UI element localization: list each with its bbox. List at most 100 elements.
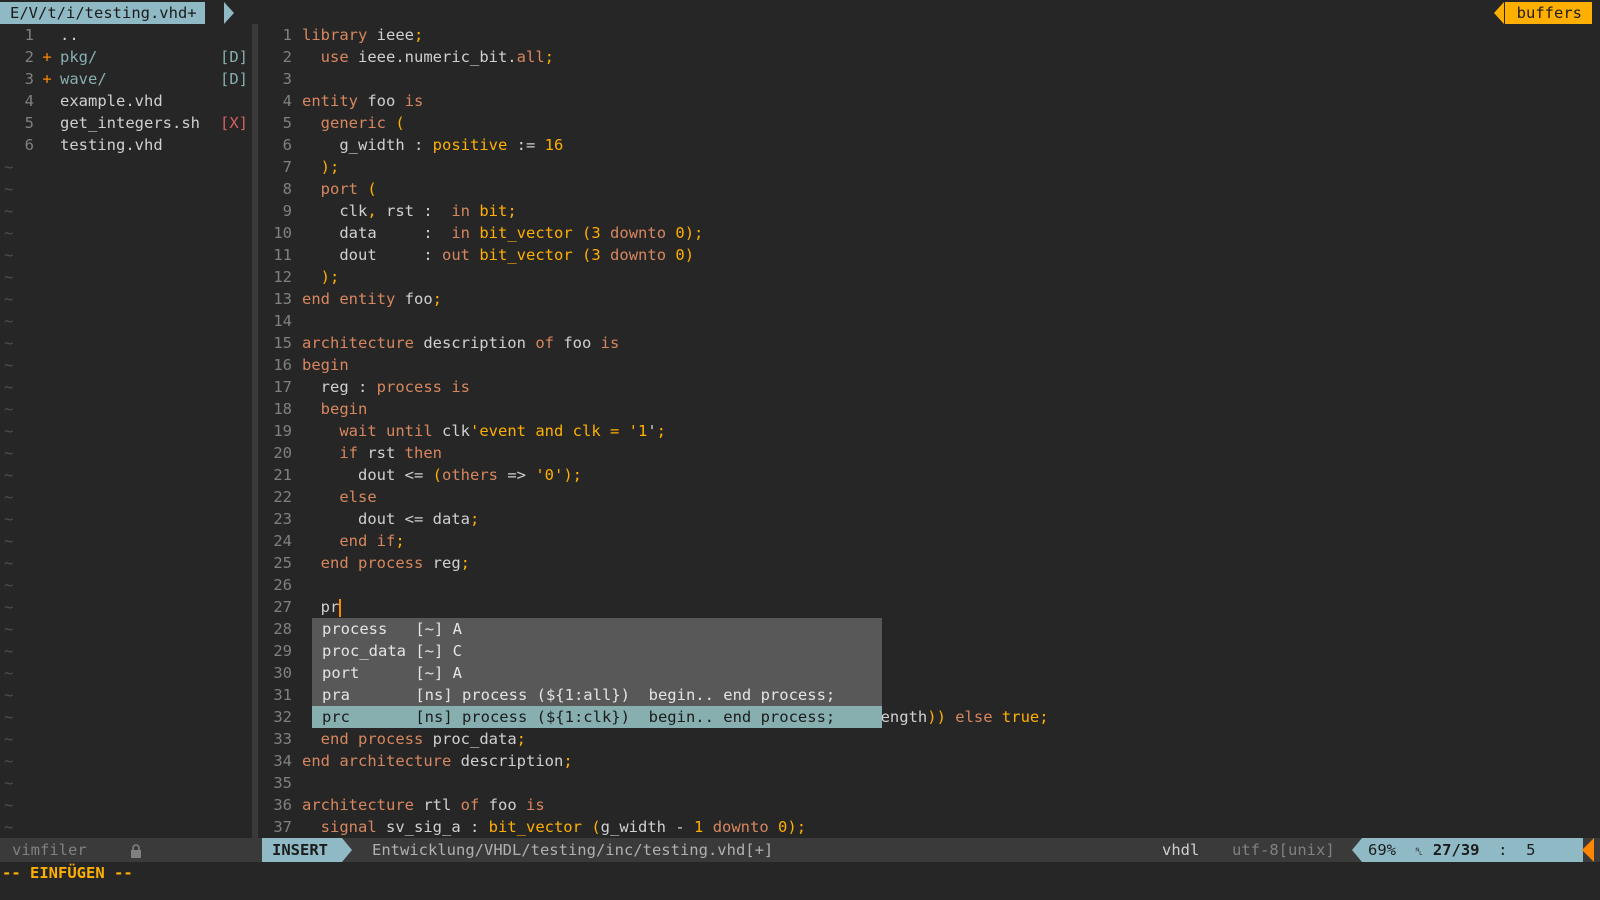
filer-item-number: 1 xyxy=(24,26,34,44)
code-line[interactable]: 6 g_width : positive := 16 xyxy=(262,134,1600,156)
filer-item-number: 3 xyxy=(24,70,34,88)
code-line[interactable]: 11 dout : out bit_vector (3 downto 0) xyxy=(262,244,1600,266)
code-line[interactable]: 24 end if; xyxy=(262,530,1600,552)
line-number: 1 xyxy=(282,26,292,44)
code-line[interactable]: 14 xyxy=(262,310,1600,332)
code-line[interactable]: 19 wait until clk'event and clk = '1'; xyxy=(262,420,1600,442)
code-text: end if; xyxy=(339,532,405,550)
code-text: begin xyxy=(302,356,349,374)
completion-item[interactable]: port [~] A xyxy=(312,662,882,684)
line-number: 26 xyxy=(273,576,292,594)
line-number: 24 xyxy=(273,532,292,550)
code-line[interactable]: 22 else xyxy=(262,486,1600,508)
line-number: 11 xyxy=(273,246,292,264)
empty-line-tilde: ~ xyxy=(4,708,14,726)
code-text: reg : process is xyxy=(302,378,470,396)
empty-line-tilde: ~ xyxy=(4,224,14,242)
code-line[interactable]: 7 ); xyxy=(262,156,1600,178)
filer-item[interactable]: 3 + wave/ [D] xyxy=(0,68,250,90)
line-number: 17 xyxy=(273,378,292,396)
empty-line-tilde: ~ xyxy=(4,554,14,572)
code-line[interactable]: 36 architecture rtl of foo is xyxy=(262,794,1600,816)
buffers-arrow xyxy=(1494,2,1504,24)
filer-item[interactable]: 1.. xyxy=(0,24,250,46)
tab-current-file[interactable]: E/V/t/i/testing.vhd+ xyxy=(0,2,205,24)
code-text: end entity foo; xyxy=(302,290,443,308)
line-number: 29 xyxy=(273,642,292,660)
code-line[interactable]: 16 begin xyxy=(262,354,1600,376)
filer-item-number: 6 xyxy=(24,136,34,154)
code-line[interactable]: 8 port ( xyxy=(262,178,1600,200)
encoding: utf-8[unix] xyxy=(1232,841,1335,859)
filer-item[interactable]: 4 example.vhd xyxy=(0,90,250,112)
code-line[interactable]: 23 dout <= data; xyxy=(262,508,1600,530)
code-line[interactable]: 27 pr xyxy=(262,596,1600,618)
completion-item[interactable]: proc_data [~] C xyxy=(312,640,882,662)
line-number: 35 xyxy=(273,774,292,792)
line-number: 15 xyxy=(273,334,292,352)
filer-item-tag: [D] xyxy=(220,70,248,88)
empty-line-tilde: ~ xyxy=(4,620,14,638)
code-line[interactable]: 1 library ieee; xyxy=(262,24,1600,46)
code-line[interactable]: 10 data : in bit_vector (3 downto 0); xyxy=(262,222,1600,244)
code-line[interactable]: 17 reg : process is xyxy=(262,376,1600,398)
completion-popup[interactable]: process [~] Aproc_data [~] Cport [~] Apr… xyxy=(312,618,882,728)
empty-line-tilde: ~ xyxy=(4,774,14,792)
empty-line-tilde: ~ xyxy=(4,664,14,682)
empty-line-tilde: ~ xyxy=(4,312,14,330)
code-line[interactable]: 20 if rst then xyxy=(262,442,1600,464)
code-text: begin xyxy=(320,400,368,418)
line-number: 33 xyxy=(273,730,292,748)
filer-item[interactable]: 6 testing.vhd xyxy=(0,134,250,156)
empty-line-tilde: ~ xyxy=(4,356,14,374)
code-line[interactable]: 35 xyxy=(262,772,1600,794)
code-line[interactable]: 3 xyxy=(262,68,1600,90)
code-line[interactable]: 34 end architecture description; xyxy=(262,750,1600,772)
completion-item[interactable]: prc [ns] process (${1:clk}) begin.. end … xyxy=(312,706,882,728)
empty-line-tilde: ~ xyxy=(4,422,14,440)
code-line[interactable]: 33 end process proc_data; xyxy=(262,728,1600,750)
code-line[interactable]: 13 end entity foo; xyxy=(262,288,1600,310)
lock-icon xyxy=(130,838,142,862)
code-line[interactable]: 12 ); xyxy=(262,266,1600,288)
code-text: ); xyxy=(320,158,340,176)
line-number: 32 xyxy=(273,708,292,726)
filer-item-number: 2 xyxy=(24,48,34,66)
code-line[interactable]: 26 xyxy=(262,574,1600,596)
code-text: ); xyxy=(320,268,340,286)
completion-item[interactable]: process [~] A xyxy=(312,618,882,640)
completion-item[interactable]: pra [ns] process (${1:all}) begin.. end … xyxy=(312,684,882,706)
empty-line-tilde: ~ xyxy=(4,180,14,198)
code-text: dout <= (others => '0'); xyxy=(302,466,582,484)
vertical-split[interactable] xyxy=(252,24,258,862)
code-line[interactable]: 4 entity foo is xyxy=(262,90,1600,112)
position-arrow xyxy=(1352,838,1362,862)
line-number: 4 xyxy=(282,92,292,110)
filer-item-number: 4 xyxy=(24,92,34,110)
code-line[interactable]: 21 dout <= (others => '0'); xyxy=(262,464,1600,486)
tab-separator-arrow xyxy=(224,2,234,24)
code-line[interactable]: 5 generic ( xyxy=(262,112,1600,134)
empty-line-tilde: ~ xyxy=(4,532,14,550)
line-number: 16 xyxy=(273,356,292,374)
line-col: 27/39 xyxy=(1432,841,1480,859)
code-line[interactable]: 25 end process reg; xyxy=(262,552,1600,574)
code-text: generic ( xyxy=(320,114,405,132)
code-line[interactable]: 2 use ieee.numeric_bit.all; xyxy=(262,46,1600,68)
code-text: end process proc_data; xyxy=(320,730,527,748)
line-number: 18 xyxy=(273,400,292,418)
filer-item-name: wave/ xyxy=(60,70,107,88)
line-number: 27 xyxy=(273,598,292,616)
code-text: data : in bit_vector (3 downto 0); xyxy=(302,224,704,242)
code-line[interactable]: 15 architecture description of foo is xyxy=(262,332,1600,354)
code-line[interactable]: 37 signal sv_sig_a : bit_vector (g_width… xyxy=(262,816,1600,838)
line-number: 10 xyxy=(273,224,292,242)
line-number: 2 xyxy=(282,48,292,66)
code-line[interactable]: 18 begin xyxy=(262,398,1600,420)
filer-item[interactable]: 2 + pkg/ [D] xyxy=(0,46,250,68)
code-line[interactable]: 9 clk, rst : in bit; xyxy=(262,200,1600,222)
empty-line-tilde: ~ xyxy=(4,818,14,836)
empty-line-tilde: ~ xyxy=(4,642,14,660)
buffers-label[interactable]: buffers xyxy=(1504,2,1592,24)
filer-item[interactable]: 5 get_integers.sh [X] xyxy=(0,112,250,134)
